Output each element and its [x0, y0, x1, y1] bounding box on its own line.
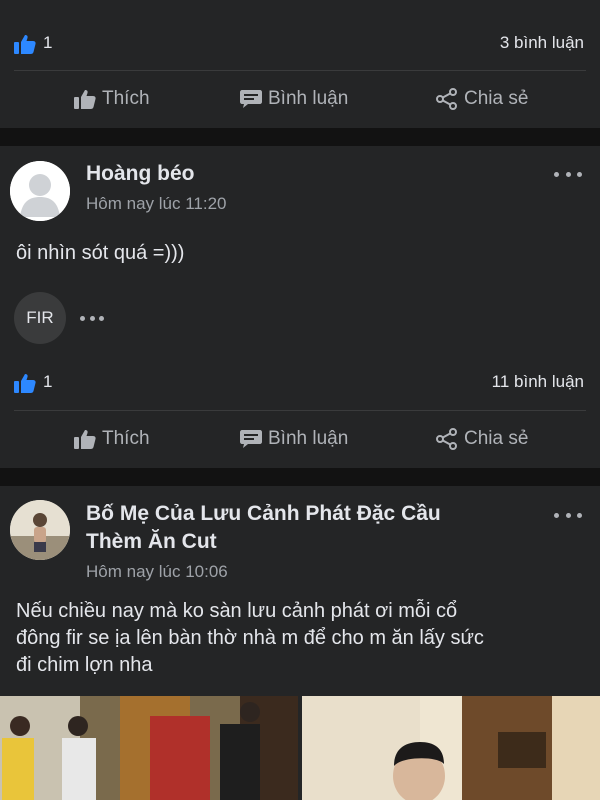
post-text-line-2: đông fir se ịa lên bàn thờ nhà m để cho …: [16, 627, 484, 649]
share-label: Chia sẻ: [464, 428, 529, 449]
comment-count[interactable]: 11 bình luận: [492, 372, 584, 392]
share-icon: [436, 88, 457, 110]
like-reaction-icon: [14, 374, 36, 393]
more-options-icon[interactable]: [554, 510, 582, 520]
divider: [14, 410, 586, 411]
comment-label: Bình luận: [268, 428, 349, 449]
like-reaction-icon: [14, 35, 36, 54]
reactor-badge[interactable]: FIR: [14, 292, 66, 344]
post-card-3: Bố Mẹ Của Lưu Cảnh Phát Đặc Cầu Thèm Ăn …: [0, 486, 600, 800]
share-button[interactable]: Chia sẻ: [436, 79, 528, 119]
divider: [14, 70, 586, 71]
post-stats: 1 3 bình luận: [0, 28, 600, 58]
post-actions: Thích Bình luận Chia sẻ: [0, 419, 600, 459]
more-options-icon[interactable]: [80, 314, 104, 322]
post-author-line-1: Bố Mẹ Của Lưu Cảnh Phát Đặc Cầu: [86, 502, 441, 525]
like-count[interactable]: 1: [43, 33, 52, 53]
post-author-line-2: Thèm Ăn Cut: [86, 530, 217, 553]
comment-label: Bình luận: [268, 88, 349, 109]
profile-photo: [10, 500, 70, 560]
post-actions: Thích Bình luận Chia sẻ: [0, 79, 600, 119]
share-label: Chia sẻ: [464, 88, 529, 109]
thumbs-up-icon: [74, 90, 96, 109]
like-label: Thích: [102, 428, 150, 449]
comment-icon: [240, 90, 262, 108]
photo-portrait: [302, 696, 600, 800]
post-photo-2[interactable]: [302, 696, 600, 800]
comment-count[interactable]: 3 bình luận: [500, 33, 584, 53]
avatar[interactable]: [10, 161, 70, 221]
comment-button[interactable]: Bình luận: [240, 79, 348, 119]
post-text-line-3: đi chim lợn nha: [16, 654, 153, 676]
like-button[interactable]: Thích: [74, 419, 150, 459]
post-text-line-1: Nếu chiều nay mà ko sàn lưu cảnh phát ơi…: [16, 600, 458, 622]
post-photo-1[interactable]: [0, 696, 298, 800]
like-label: Thích: [102, 88, 150, 109]
post-author[interactable]: Bố Mẹ Của Lưu Cảnh Phát Đặc Cầu Thèm Ăn …: [86, 500, 441, 556]
share-button[interactable]: Chia sẻ: [436, 419, 528, 459]
avatar[interactable]: [10, 500, 70, 560]
thumbs-up-icon: [74, 430, 96, 449]
post-timestamp[interactable]: Hôm nay lúc 11:20: [86, 194, 226, 214]
photo-altar-scene: [0, 696, 298, 800]
like-button[interactable]: Thích: [74, 79, 150, 119]
post-separator: [0, 128, 600, 146]
post-separator: [0, 468, 600, 486]
more-options-icon[interactable]: [554, 169, 582, 179]
like-count[interactable]: 1: [43, 372, 52, 392]
post-timestamp[interactable]: Hôm nay lúc 10:06: [86, 562, 228, 582]
comment-icon: [240, 430, 262, 448]
post-card-1: 1 3 bình luận Thích Bình luận Chia sẻ: [0, 0, 600, 128]
default-avatar-icon: [10, 161, 70, 221]
post-text: ôi nhìn sót quá =))): [16, 242, 185, 264]
post-stats: 1 11 bình luận: [0, 367, 600, 397]
comment-button[interactable]: Bình luận: [240, 419, 348, 459]
post-card-2: Hoàng béo Hôm nay lúc 11:20 ôi nhìn sót …: [0, 146, 600, 468]
post-text: Nếu chiều nay mà ko sàn lưu cảnh phát ơi…: [16, 598, 484, 679]
post-author[interactable]: Hoàng béo: [86, 160, 195, 188]
share-icon: [436, 428, 457, 450]
